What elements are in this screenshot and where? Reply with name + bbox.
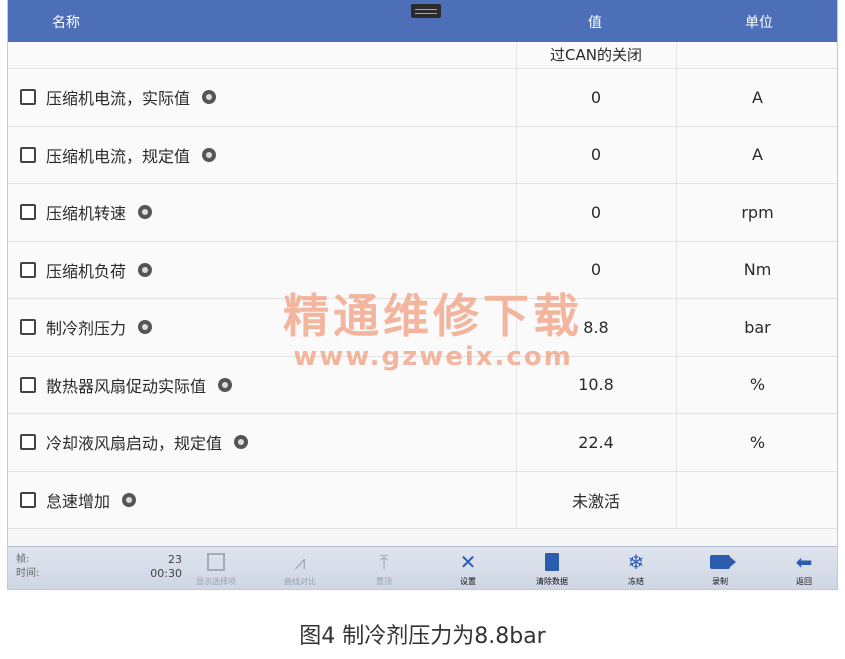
table-row[interactable]: 怠速增加 未激活 (8, 471, 837, 529)
table-row[interactable]: 压缩机电流，实际值 0 A (8, 69, 837, 127)
curve-compare-button[interactable]: ⩘ 曲线对比 (270, 550, 330, 587)
row-value: 10.8 (578, 375, 614, 395)
row-value: 0 (590, 87, 602, 107)
clear-data-button[interactable]: 清除数据 (522, 550, 582, 587)
table-row[interactable]: 压缩机负荷 0 Nm (8, 241, 837, 299)
row-value: 0 (590, 202, 602, 222)
frame-time-labels: 帧: 时间: (16, 553, 39, 581)
info-icon[interactable] (138, 262, 153, 277)
table-row[interactable]: 冷却液风扇启动，规定值 22.4 % (8, 414, 837, 472)
pin-top-button[interactable]: ⤒ 置顶 (354, 550, 414, 587)
table-row-partial: 过CAN的关闭 (8, 42, 837, 69)
row-checkbox[interactable] (20, 204, 36, 221)
data-stream-window: 名称 值 单位 过CAN的关闭 压缩机电流，实际值 0 A 压缩机电流，规定值 … (7, 0, 838, 590)
info-icon[interactable] (218, 377, 233, 392)
tools-icon: ✕ (459, 550, 477, 574)
info-icon[interactable] (138, 205, 153, 220)
row-name: 冷却液风扇启动，规定值 (46, 434, 223, 454)
row-value: 0 (590, 145, 602, 165)
header-unit: 单位 (745, 15, 773, 31)
settings-button[interactable]: ✕ 设置 (438, 550, 498, 587)
show-selected-button[interactable]: 显示选择项 (186, 550, 246, 587)
figure-caption: 图4 制冷剂压力为8.8bar (299, 624, 546, 649)
list-icon (207, 553, 225, 571)
header-value: 值 (588, 15, 602, 31)
frame-value: 23 (168, 553, 182, 566)
chart-icon: ⩘ (294, 550, 306, 574)
row-name: 散热器风扇促动实际值 (46, 376, 207, 396)
back-button[interactable]: ⬅ 返回 (774, 550, 834, 587)
info-icon[interactable] (202, 147, 217, 162)
table-row[interactable]: 制冷剂压力 8.8 bar (8, 299, 837, 357)
row-unit: % (749, 375, 766, 395)
table-row[interactable]: 散热器风扇促动实际值 10.8 % (8, 356, 837, 414)
row-checkbox[interactable] (20, 261, 36, 278)
row-unit: A (752, 87, 763, 107)
info-icon[interactable] (138, 320, 153, 335)
row-name: 压缩机负荷 (46, 261, 127, 281)
info-icon[interactable] (202, 90, 217, 105)
row-unit (676, 472, 837, 529)
row-value: 8.8 (583, 317, 609, 337)
row-checkbox[interactable] (20, 376, 36, 393)
snowflake-icon: ❄ (627, 550, 645, 574)
time-label: 时间: (16, 568, 40, 579)
row-unit: rpm (741, 202, 774, 222)
info-icon[interactable] (122, 492, 137, 507)
video-camera-icon (710, 555, 736, 569)
time-value: 00:30 (150, 567, 182, 580)
row-value: 22.4 (578, 432, 614, 452)
pin-top-icon: ⤒ (379, 550, 389, 574)
row-value: 未激活 (571, 491, 620, 511)
table-header: 名称 值 单位 (8, 0, 837, 42)
row-unit: bar (744, 317, 771, 337)
row-name: 怠速增加 (46, 491, 111, 511)
row-unit: Nm (743, 260, 772, 280)
frame-time-values: 23 00:30 (148, 553, 182, 581)
row-checkbox[interactable] (20, 491, 36, 508)
drag-handle-icon[interactable] (411, 4, 441, 18)
data-table: 过CAN的关闭 压缩机电流，实际值 0 A 压缩机电流，规定值 0 A 压缩机转… (8, 42, 837, 529)
row-value: 过CAN的关闭 (550, 46, 642, 64)
row-checkbox[interactable] (20, 319, 36, 336)
row-name: 压缩机电流，规定值 (46, 146, 191, 166)
back-arrow-icon: ⬅ (795, 550, 813, 574)
row-unit: A (752, 145, 763, 165)
table-row[interactable]: 压缩机电流，规定值 0 A (8, 126, 837, 184)
row-checkbox[interactable] (20, 89, 36, 106)
row-name: 压缩机转速 (46, 204, 127, 224)
record-button[interactable]: 录制 (690, 550, 750, 587)
row-name: 制冷剂压力 (46, 319, 127, 339)
trash-icon (545, 553, 559, 571)
bottom-toolbar: 帧: 时间: 23 00:30 显示选择项 ⩘ 曲线对比 ⤒ 置顶 ✕ 设置 清… (8, 546, 837, 589)
row-name: 压缩机电流，实际值 (46, 89, 191, 109)
row-value: 0 (590, 260, 602, 280)
frame-label: 帧: (16, 554, 30, 565)
header-name: 名称 (52, 15, 80, 31)
row-checkbox[interactable] (20, 434, 36, 451)
info-icon[interactable] (234, 435, 249, 450)
freeze-button[interactable]: ❄ 冻结 (606, 550, 666, 587)
row-unit: % (749, 432, 766, 452)
row-checkbox[interactable] (20, 146, 36, 163)
table-row[interactable]: 压缩机转速 0 rpm (8, 184, 837, 242)
